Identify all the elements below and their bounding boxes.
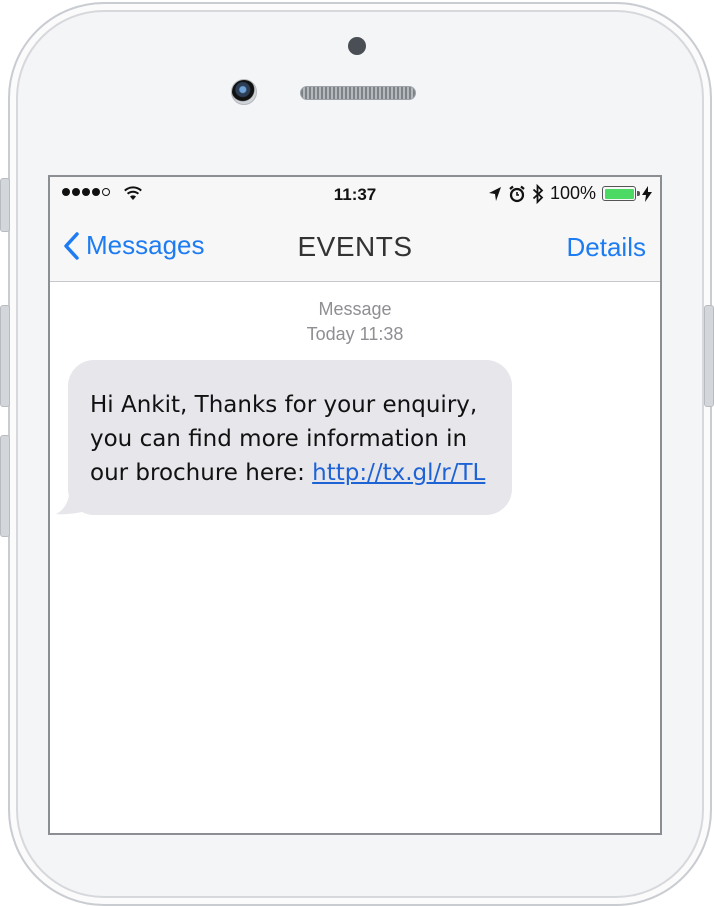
- message-bubble-container: Hi Ankit, Thanks for your enquiry, you c…: [56, 360, 512, 515]
- navigation-bar: Messages EVENTS Details: [50, 213, 660, 282]
- proximity-sensor: [348, 37, 366, 55]
- message-timestamp: Today 11:38: [306, 324, 404, 344]
- alarm-icon: [509, 185, 525, 202]
- earpiece-speaker: [300, 86, 416, 100]
- volume-up-button: [0, 305, 10, 407]
- message-type-label: Message: [318, 299, 392, 319]
- location-arrow-icon: [488, 186, 501, 201]
- charging-bolt-icon: [642, 185, 652, 202]
- volume-down-button: [0, 435, 10, 537]
- message-line-text: our brochure here:: [90, 460, 313, 486]
- message-line: you can find more information in: [90, 426, 468, 452]
- status-bar: 11:37 100%: [50, 177, 660, 213]
- screen: 11:37 100% Messages EVENTS Details Messa…: [48, 175, 662, 835]
- thread-header: Message Today 11:38: [50, 297, 660, 347]
- brochure-link[interactable]: http://tx.gl/r/TL: [312, 460, 485, 486]
- mute-switch: [0, 178, 10, 232]
- front-camera-icon: [231, 79, 257, 105]
- message-bubble[interactable]: Hi Ankit, Thanks for your enquiry, you c…: [68, 360, 512, 515]
- message-line: our brochure here: http://tx.gl/r/TL: [90, 456, 492, 490]
- battery-icon: [602, 186, 640, 201]
- battery-fill: [604, 188, 634, 199]
- battery-percent: 100%: [549, 183, 596, 203]
- bluetooth-icon: [532, 183, 544, 204]
- power-button: [704, 305, 714, 407]
- details-button[interactable]: Details: [567, 232, 646, 263]
- message-line: Hi Ankit, Thanks for your enquiry,: [90, 392, 478, 418]
